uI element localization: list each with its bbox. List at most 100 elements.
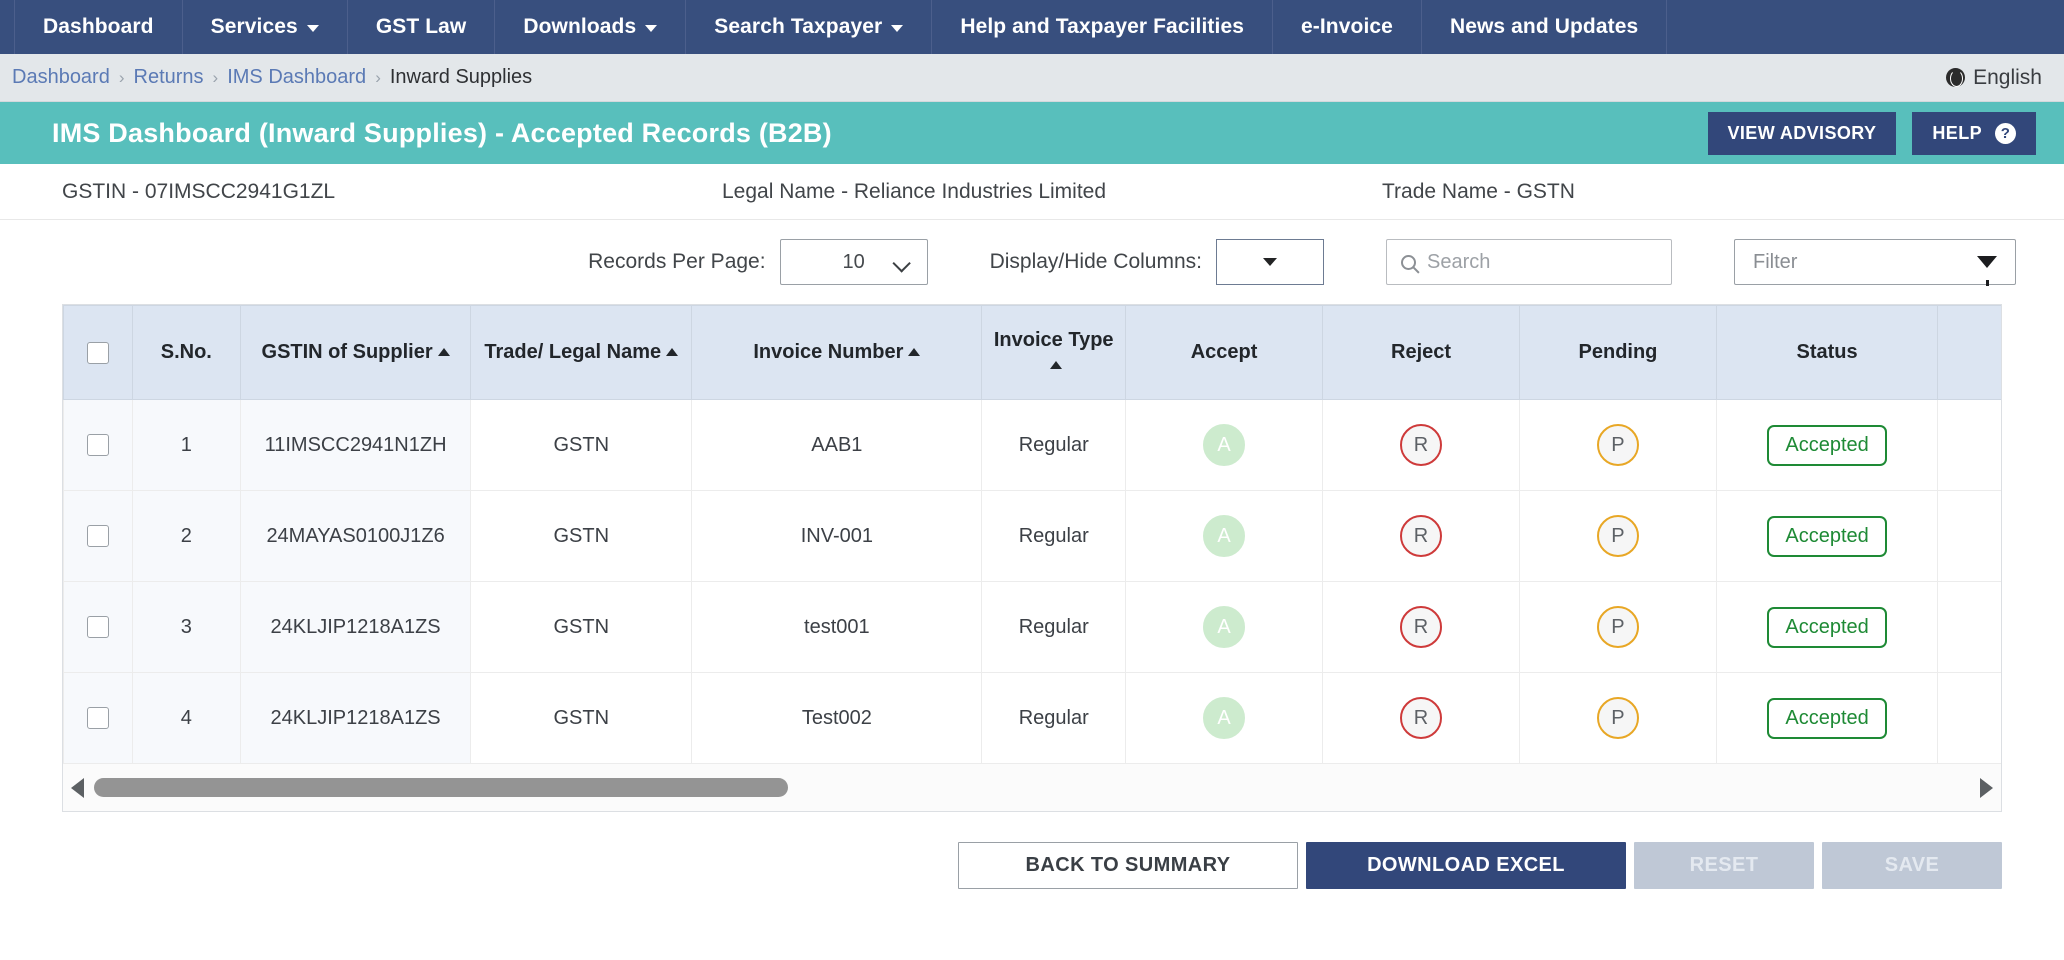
cell-invoice-number: INV-001	[691, 490, 983, 582]
records-per-page-label: Records Per Page:	[588, 250, 766, 273]
breadcrumb-item-returns[interactable]: Returns	[134, 66, 204, 89]
nav-item-label: News and Updates	[1449, 15, 1639, 38]
nav-item-downloads[interactable]: Downloads	[495, 0, 687, 54]
cell-sno: 1	[131, 399, 242, 491]
row-select-cell	[63, 672, 133, 764]
sort-ascending-icon	[666, 348, 679, 356]
display-hide-columns-dropdown[interactable]	[1216, 239, 1324, 285]
back-to-summary-button[interactable]: BACK TO SUMMARY	[958, 842, 1298, 889]
select-all-checkbox[interactable]	[86, 341, 109, 364]
row-select-cell	[63, 490, 133, 582]
sort-ascending-icon	[437, 348, 450, 356]
scrollbar-track[interactable]	[94, 778, 1970, 797]
column-header-sno: S.No.	[131, 305, 242, 400]
reject-action-button[interactable]: R	[1400, 606, 1443, 648]
cell-sno: 3	[131, 581, 242, 673]
cell-invoice-type: Regular	[981, 672, 1127, 764]
download-excel-button[interactable]: DOWNLOAD EXCEL	[1306, 842, 1626, 889]
view-advisory-button[interactable]: VIEW ADVISORY	[1707, 111, 1897, 155]
cell-invoice-number: AAB1	[691, 399, 983, 491]
search-box[interactable]	[1386, 239, 1672, 285]
reject-action-button[interactable]: R	[1400, 697, 1443, 739]
column-label: Invoice Type	[993, 328, 1114, 351]
column-label: Pending	[1578, 341, 1658, 363]
cell-sno: 2	[131, 490, 242, 582]
column-header-select-all	[63, 305, 133, 400]
cell-invoice-number: test001	[691, 581, 983, 673]
column-header-invoice-number[interactable]: Invoice Number	[691, 305, 983, 400]
scroll-left-arrow-icon[interactable]	[71, 777, 84, 798]
table-row: 4 24KLJIP1218A1ZS GSTN Test002 Regular A…	[63, 672, 2001, 764]
cell-trade-legal-name: GSTN	[470, 490, 693, 582]
nav-item-help-and-taxpayer-facilities[interactable]: Help and Taxpayer Facilities	[932, 0, 1273, 54]
sort-ascending-icon	[1050, 360, 1063, 369]
breadcrumb-bar: Dashboard › Returns › IMS Dashboard › In…	[0, 54, 2064, 102]
reject-action-button[interactable]: R	[1400, 515, 1443, 557]
row-checkbox[interactable]	[86, 434, 109, 457]
scrollbar-thumb[interactable]	[94, 778, 789, 797]
reset-button[interactable]: RESET	[1634, 842, 1814, 889]
save-button[interactable]: SAVE	[1822, 842, 2002, 889]
records-per-page-select[interactable]: 10 20 50 100	[779, 239, 928, 285]
cell-reject: R	[1322, 581, 1520, 673]
status-badge: Accepted	[1767, 697, 1887, 739]
breadcrumb-item-ims-dashboard[interactable]: IMS Dashboard	[227, 66, 366, 89]
nav-item-dashboard[interactable]: Dashboard	[14, 0, 183, 54]
cell-sno: 4	[131, 672, 242, 764]
column-header-status: Status	[1715, 305, 1939, 400]
breadcrumb: Dashboard › Returns › IMS Dashboard › In…	[12, 66, 1946, 89]
status-badge: Accepted	[1767, 424, 1887, 466]
column-label: Status	[1796, 341, 1858, 363]
records-table-head: S.No. GSTIN of Supplier Trade/ Legal Nam…	[63, 305, 2001, 400]
search-input[interactable]	[1427, 250, 1657, 274]
column-header-pending: Pending	[1519, 305, 1717, 400]
help-label: HELP	[1932, 122, 1982, 143]
cell-gstin-of-supplier: 24MAYAS0100J1Z6	[240, 490, 472, 582]
language-selector[interactable]: English	[1946, 66, 2042, 90]
scroll-right-arrow-icon[interactable]	[1980, 777, 1993, 798]
accept-action-button[interactable]: A	[1203, 697, 1246, 739]
cell-invoice-type: Regular	[981, 490, 1127, 582]
filter-dropdown[interactable]: Filter	[1734, 239, 2016, 286]
footer-actions: BACK TO SUMMARY DOWNLOAD EXCEL RESET SAV…	[0, 812, 2064, 889]
nav-item-label: GST Law	[375, 15, 467, 38]
page-header-actions: VIEW ADVISORY HELP ?	[1707, 111, 2036, 155]
pending-action-button[interactable]: P	[1596, 424, 1639, 466]
column-header-trade-legal-name[interactable]: Trade/ Legal Name	[470, 305, 693, 400]
column-header-gstin-of-supplier[interactable]: GSTIN of Supplier	[240, 305, 472, 400]
row-checkbox[interactable]	[86, 525, 109, 548]
pending-action-button[interactable]: P	[1596, 515, 1639, 557]
globe-icon	[1946, 68, 1966, 87]
cell-trade-legal-name: GSTN	[470, 399, 693, 491]
column-label: Reject	[1391, 341, 1452, 363]
chevron-down-icon	[891, 25, 904, 32]
breadcrumb-item-dashboard[interactable]: Dashboard	[12, 66, 110, 89]
reject-action-button[interactable]: R	[1400, 424, 1443, 466]
cell-status: Accepted	[1715, 672, 1939, 764]
records-per-page-wrapper: 10 20 50 100	[779, 239, 928, 285]
nav-item-e-invoice[interactable]: e-Invoice	[1273, 0, 1422, 54]
cell-status: Accepted	[1715, 490, 1939, 582]
cell-overflow	[1937, 672, 2001, 764]
cell-gstin-of-supplier: 11IMSCC2941N1ZH	[240, 399, 472, 491]
horizontal-scrollbar[interactable]	[62, 764, 2002, 812]
cell-status: Accepted	[1715, 399, 1939, 491]
question-mark-icon: ?	[1995, 122, 2016, 144]
accept-action-button[interactable]: A	[1203, 606, 1246, 648]
pending-action-button[interactable]: P	[1596, 606, 1639, 648]
nav-item-search-taxpayer[interactable]: Search Taxpayer	[686, 0, 933, 54]
accept-action-button[interactable]: A	[1203, 424, 1246, 466]
accept-action-button[interactable]: A	[1203, 515, 1246, 557]
cell-pending: P	[1519, 490, 1717, 582]
column-header-invoice-type[interactable]: Invoice Type	[981, 305, 1127, 400]
nav-item-gst-law[interactable]: GST Law	[348, 0, 496, 54]
help-button[interactable]: HELP ?	[1912, 111, 2036, 155]
row-checkbox[interactable]	[86, 616, 109, 639]
nav-item-news-and-updates[interactable]: News and Updates	[1422, 0, 1668, 54]
records-table-viewport: S.No. GSTIN of Supplier Trade/ Legal Nam…	[62, 304, 2002, 764]
pending-action-button[interactable]: P	[1596, 697, 1639, 739]
row-checkbox[interactable]	[86, 707, 109, 730]
nav-item-services[interactable]: Services	[183, 0, 348, 54]
column-label: S.No.	[160, 341, 212, 363]
language-label: English	[1973, 65, 2042, 89]
